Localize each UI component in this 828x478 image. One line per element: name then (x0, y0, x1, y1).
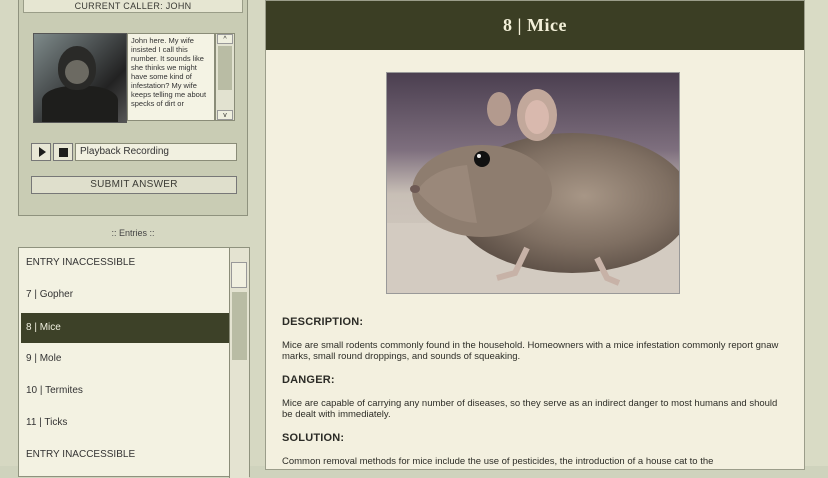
entries-scrollbar[interactable] (229, 248, 249, 478)
transcript-scroll-thumb[interactable] (218, 46, 232, 90)
scroll-down-icon[interactable]: v (217, 110, 233, 120)
caller-photo (33, 33, 127, 123)
description-text: Mice are small rodents commonly found in… (282, 340, 779, 362)
article-panel: 8 | Mice DESCRIPTION: Mice are small rod… (265, 0, 805, 470)
mouse-illustration (387, 89, 679, 293)
entry-item[interactable]: 7 | Gopher (21, 280, 229, 310)
danger-text: Mice are capable of carrying any number … (282, 398, 778, 420)
scroll-up-icon[interactable]: ^ (217, 34, 233, 44)
play-icon (39, 147, 46, 157)
stop-icon (59, 148, 68, 157)
solution-text: Common removal methods for mice include … (282, 456, 714, 467)
transcript-scrollbar[interactable]: ^ v (215, 33, 235, 121)
description-label: DESCRIPTION: (282, 316, 364, 328)
entry-item[interactable]: 9 | Mole (21, 344, 229, 374)
screen-margin (805, 0, 828, 466)
entry-item[interactable]: 11 | Ticks (21, 408, 229, 438)
app-screen: CURRENT CALLER: JOHN John here. My wife … (0, 0, 828, 478)
entries-label: :: Entries :: (111, 228, 155, 238)
entry-item[interactable]: ENTRY INACCESSIBLE (21, 248, 229, 278)
playback-field: Playback Recording (75, 143, 237, 161)
article-title: 8 | Mice (266, 1, 804, 50)
caller-photo-face (65, 60, 89, 84)
entry-item[interactable]: 10 | Termites (21, 376, 229, 406)
stop-button[interactable] (53, 143, 73, 161)
danger-label: DANGER: (282, 374, 335, 386)
caller-photo-body (42, 86, 118, 122)
submit-answer-button[interactable]: SUBMIT ANSWER (31, 176, 237, 194)
entries-scroll-thumb[interactable] (232, 292, 247, 360)
solution-label: SOLUTION: (282, 432, 345, 444)
caller-title: CURRENT CALLER: JOHN (23, 0, 243, 13)
play-button[interactable] (31, 143, 51, 161)
caller-transcript: John here. My wife insisted I call this … (127, 33, 215, 121)
entries-list: ENTRY INACCESSIBLE 7 | Gopher 8 | Mice 9… (18, 247, 250, 478)
entry-item-selected[interactable]: 8 | Mice (21, 313, 229, 343)
caller-panel: CURRENT CALLER: JOHN John here. My wife … (18, 0, 248, 216)
mouse-image (386, 72, 680, 294)
entries-scroll-up[interactable] (231, 262, 247, 288)
